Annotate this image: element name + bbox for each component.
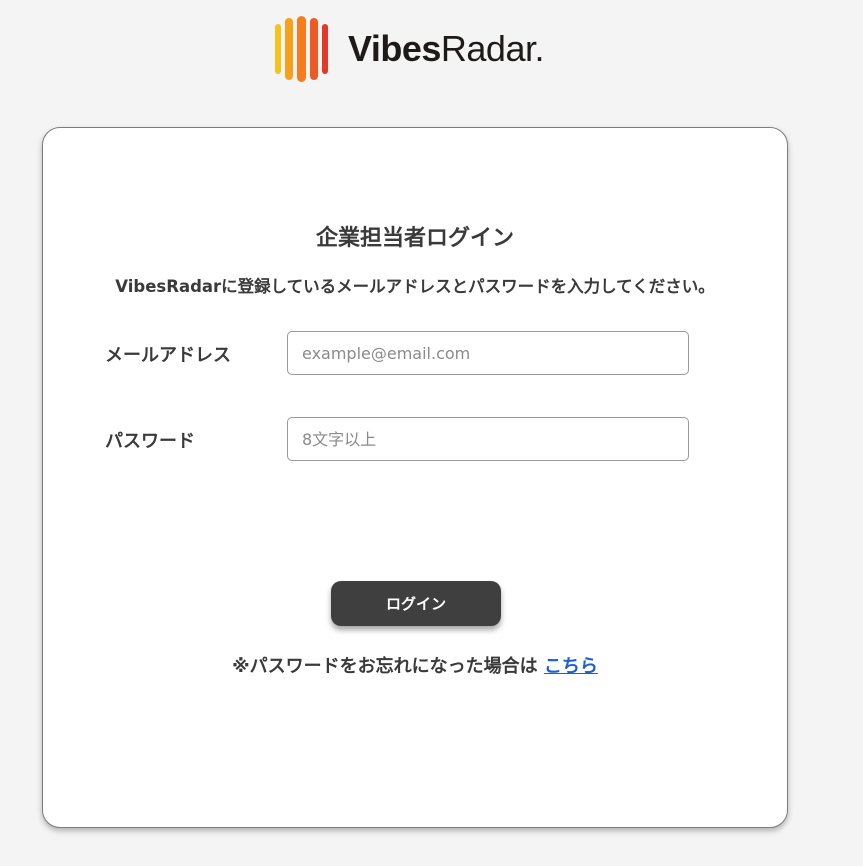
password-field[interactable] — [287, 417, 689, 461]
brand-wordmark: VibesRadar. — [348, 31, 544, 67]
radar-bars-icon — [275, 16, 328, 82]
login-page: VibesRadar. 企業担当者ログイン VibesRadarに登録しているメ… — [0, 0, 863, 866]
email-field[interactable] — [287, 331, 689, 375]
login-button[interactable]: ログイン — [331, 581, 501, 626]
page-title: 企業担当者ログイン — [315, 226, 514, 251]
forgot-password-row: ※パスワードをお忘れになった場合は こちら — [43, 652, 787, 678]
vibesradar-logo: VibesRadar. — [274, 16, 544, 82]
email-label: メールアドレス — [105, 345, 231, 366]
login-description: VibesRadarに登録しているメールアドレスとパスワードを入力してください。 — [115, 277, 715, 296]
brand-name-bold: Vibes — [348, 28, 441, 69]
forgot-password-text: ※パスワードをお忘れになった場合は — [232, 656, 538, 677]
login-card: 企業担当者ログイン VibesRadarに登録しているメールアドレスとパスワード… — [42, 127, 788, 828]
brand-name-light: Radar. — [440, 28, 545, 69]
password-label: パスワード — [105, 431, 195, 452]
forgot-password-link[interactable]: こちら — [544, 656, 598, 677]
